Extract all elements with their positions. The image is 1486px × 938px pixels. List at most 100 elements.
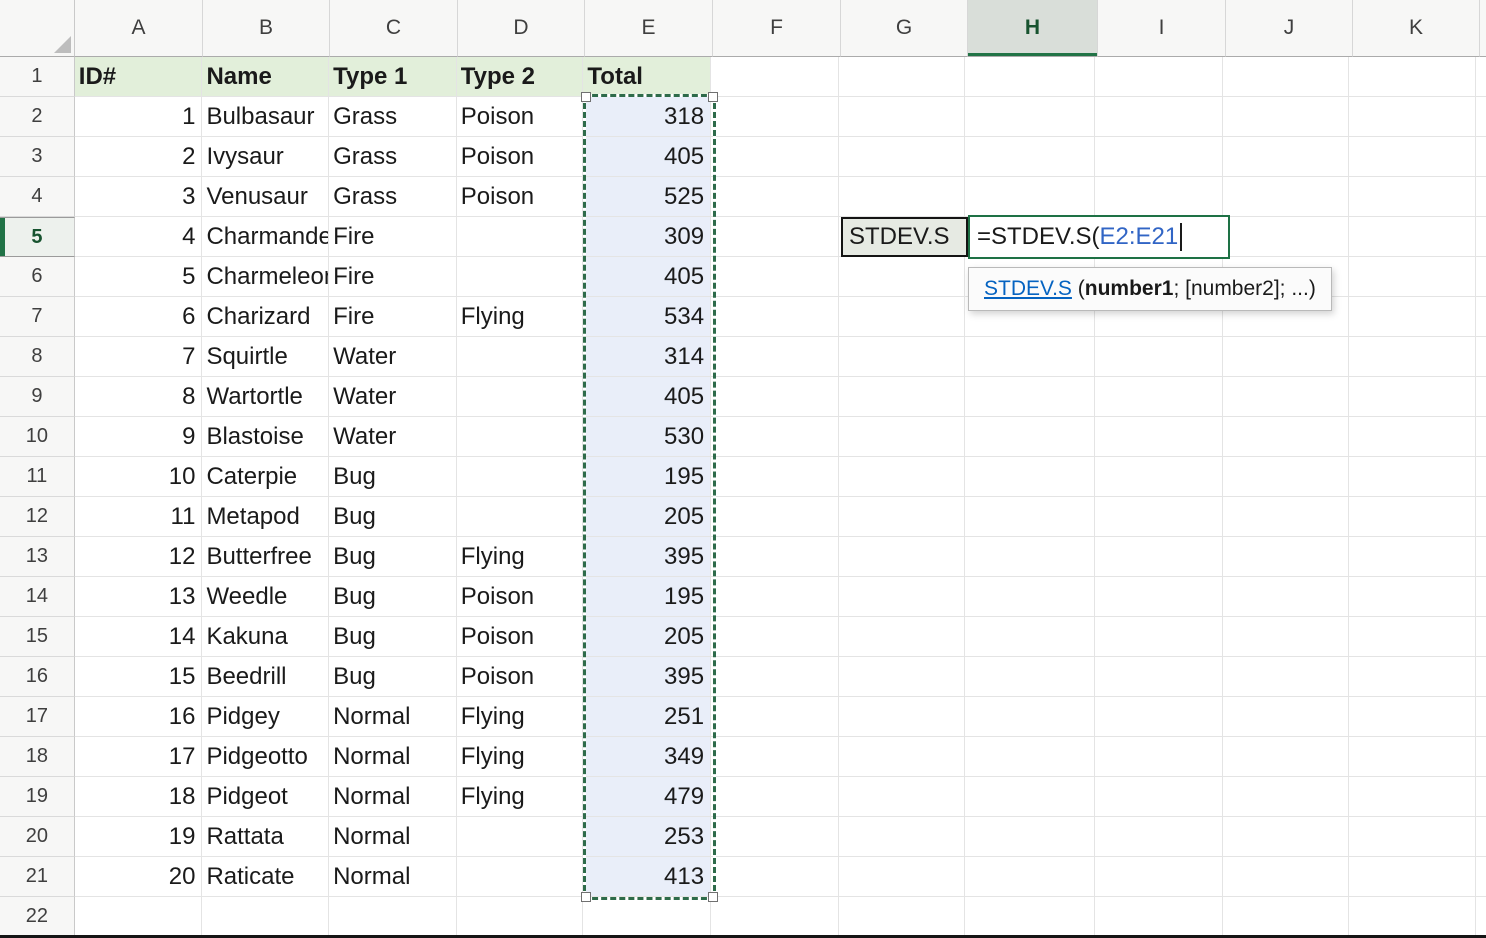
cell-C3[interactable]: Grass	[329, 137, 457, 177]
row-header-13[interactable]: 13	[0, 537, 75, 577]
cell-E12[interactable]: 205	[583, 497, 711, 537]
cell-C11[interactable]: Bug	[329, 457, 457, 497]
cell-I2[interactable]	[1095, 97, 1223, 137]
cell-H8[interactable]	[965, 337, 1095, 377]
cell-G3[interactable]	[839, 137, 966, 177]
cell-E9[interactable]: 405	[583, 377, 711, 417]
cell-A3[interactable]: 2	[75, 137, 203, 177]
cell-K22[interactable]	[1349, 897, 1476, 937]
cell-D21[interactable]	[457, 857, 584, 897]
row-header-1[interactable]: 1	[0, 57, 75, 97]
row-header-2[interactable]: 2	[0, 97, 75, 137]
cell-I16[interactable]	[1095, 657, 1223, 697]
cell-B9[interactable]: Wartortle	[202, 377, 329, 417]
cell-G10[interactable]	[839, 417, 966, 457]
cell-E10[interactable]: 530	[583, 417, 711, 457]
cell-C2[interactable]: Grass	[329, 97, 457, 137]
cell-D18[interactable]: Flying	[457, 737, 584, 777]
cell-D17[interactable]: Flying	[457, 697, 584, 737]
cell-I18[interactable]	[1095, 737, 1223, 777]
cell-E20[interactable]: 253	[583, 817, 711, 857]
cell-H1[interactable]	[965, 57, 1095, 97]
cell-C10[interactable]: Water	[329, 417, 457, 457]
row-header-16[interactable]: 16	[0, 657, 75, 697]
cell-D10[interactable]	[457, 417, 584, 457]
cell-C20[interactable]: Normal	[329, 817, 457, 857]
column-header-G[interactable]: G	[841, 0, 968, 57]
cell-B5[interactable]: Charmander	[202, 217, 329, 257]
cell-J10[interactable]	[1223, 417, 1350, 457]
cell-I19[interactable]	[1095, 777, 1223, 817]
cell-D19[interactable]: Flying	[457, 777, 584, 817]
cell-A11[interactable]: 10	[75, 457, 203, 497]
cell-B2[interactable]: Bulbasaur	[202, 97, 329, 137]
cell-K13[interactable]	[1349, 537, 1476, 577]
cell-A5[interactable]: 4	[75, 217, 203, 257]
cell-I21[interactable]	[1095, 857, 1223, 897]
cell-K15[interactable]	[1349, 617, 1476, 657]
cell-I17[interactable]	[1095, 697, 1223, 737]
cell-C19[interactable]: Normal	[329, 777, 457, 817]
cell-C9[interactable]: Water	[329, 377, 457, 417]
cell-C15[interactable]: Bug	[329, 617, 457, 657]
cell-C22[interactable]	[329, 897, 457, 937]
cell-J22[interactable]	[1223, 897, 1350, 937]
column-header-D[interactable]: D	[458, 0, 585, 57]
cell-B15[interactable]: Kakuna	[202, 617, 329, 657]
cell-K8[interactable]	[1349, 337, 1476, 377]
cell-J14[interactable]	[1223, 577, 1350, 617]
cell-H12[interactable]	[965, 497, 1095, 537]
row-header-14[interactable]: 14	[0, 577, 75, 617]
cell-F1[interactable]	[711, 57, 839, 97]
cell-B16[interactable]: Beedrill	[202, 657, 329, 697]
cell-H16[interactable]	[965, 657, 1095, 697]
cell-A19[interactable]: 18	[75, 777, 203, 817]
column-header-J[interactable]: J	[1226, 0, 1353, 57]
cell-G6[interactable]	[839, 257, 966, 297]
cell-K19[interactable]	[1349, 777, 1476, 817]
cell-C6[interactable]: Fire	[329, 257, 457, 297]
cell-K20[interactable]	[1349, 817, 1476, 857]
row-header-8[interactable]: 8	[0, 337, 75, 377]
cell-F4[interactable]	[711, 177, 839, 217]
cell-G17[interactable]	[839, 697, 966, 737]
cell-H3[interactable]	[965, 137, 1095, 177]
cell-G22[interactable]	[839, 897, 966, 937]
row-header-18[interactable]: 18	[0, 737, 75, 777]
cell-C1[interactable]: Type 1	[329, 57, 457, 97]
cell-F14[interactable]	[711, 577, 839, 617]
row-header-3[interactable]: 3	[0, 137, 75, 177]
cell-D8[interactable]	[457, 337, 584, 377]
cell-G11[interactable]	[839, 457, 966, 497]
cell-I15[interactable]	[1095, 617, 1223, 657]
cell-J20[interactable]	[1223, 817, 1350, 857]
cell-F20[interactable]	[711, 817, 839, 857]
cell-B7[interactable]: Charizard	[202, 297, 329, 337]
cell-E22[interactable]	[583, 897, 711, 937]
column-header-B[interactable]: B	[203, 0, 330, 57]
cell-H22[interactable]	[965, 897, 1095, 937]
cell-J16[interactable]	[1223, 657, 1350, 697]
cell-K14[interactable]	[1349, 577, 1476, 617]
cell-I22[interactable]	[1095, 897, 1223, 937]
cell-B22[interactable]	[202, 897, 329, 937]
cell-F21[interactable]	[711, 857, 839, 897]
cell-F22[interactable]	[711, 897, 839, 937]
cell-J8[interactable]	[1223, 337, 1350, 377]
cell-E11[interactable]: 195	[583, 457, 711, 497]
cell-D9[interactable]	[457, 377, 584, 417]
cell-G4[interactable]	[839, 177, 966, 217]
cell-I8[interactable]	[1095, 337, 1223, 377]
cell-H21[interactable]	[965, 857, 1095, 897]
cell-D20[interactable]	[457, 817, 584, 857]
cell-D16[interactable]: Poison	[457, 657, 584, 697]
cell-H20[interactable]	[965, 817, 1095, 857]
cell-B11[interactable]: Caterpie	[202, 457, 329, 497]
cell-K4[interactable]	[1349, 177, 1476, 217]
cell-E5[interactable]: 309	[583, 217, 711, 257]
select-all-corner[interactable]	[0, 0, 75, 57]
cell-H2[interactable]	[965, 97, 1095, 137]
cell-A17[interactable]: 16	[75, 697, 203, 737]
cell-J4[interactable]	[1223, 177, 1350, 217]
row-header-17[interactable]: 17	[0, 697, 75, 737]
